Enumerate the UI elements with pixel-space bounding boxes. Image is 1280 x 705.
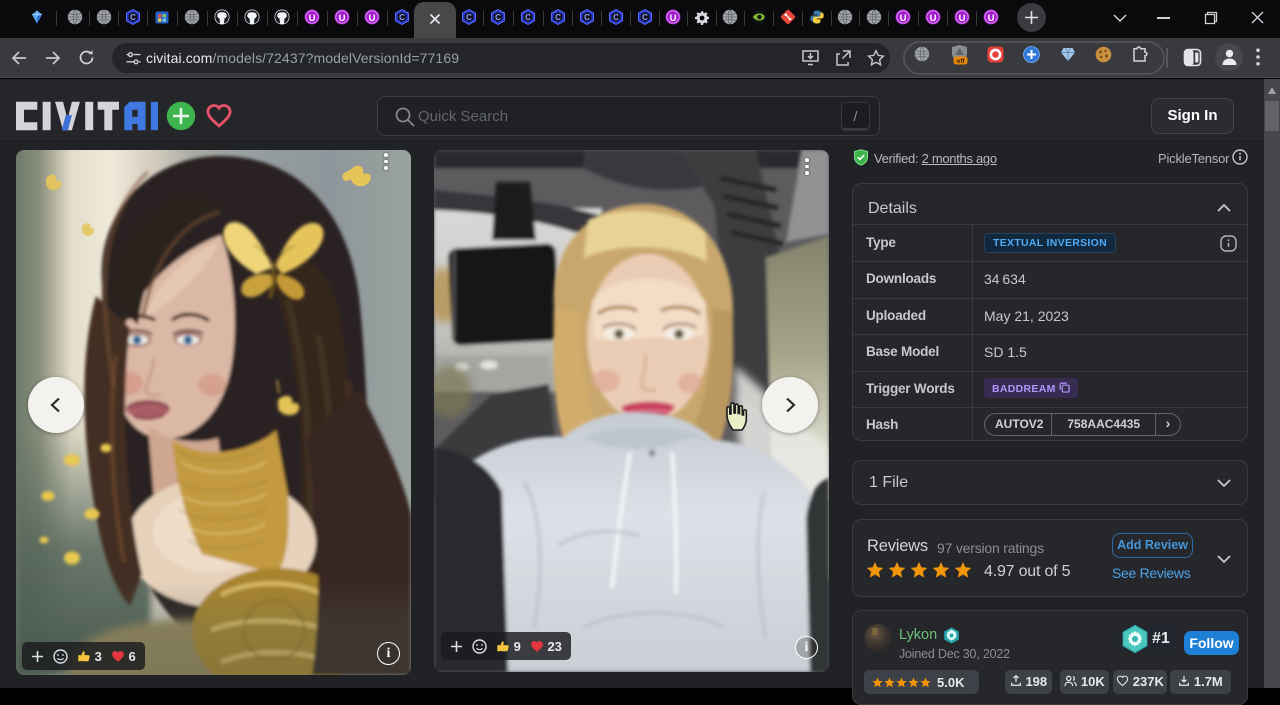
- svg-text:off: off: [956, 58, 965, 65]
